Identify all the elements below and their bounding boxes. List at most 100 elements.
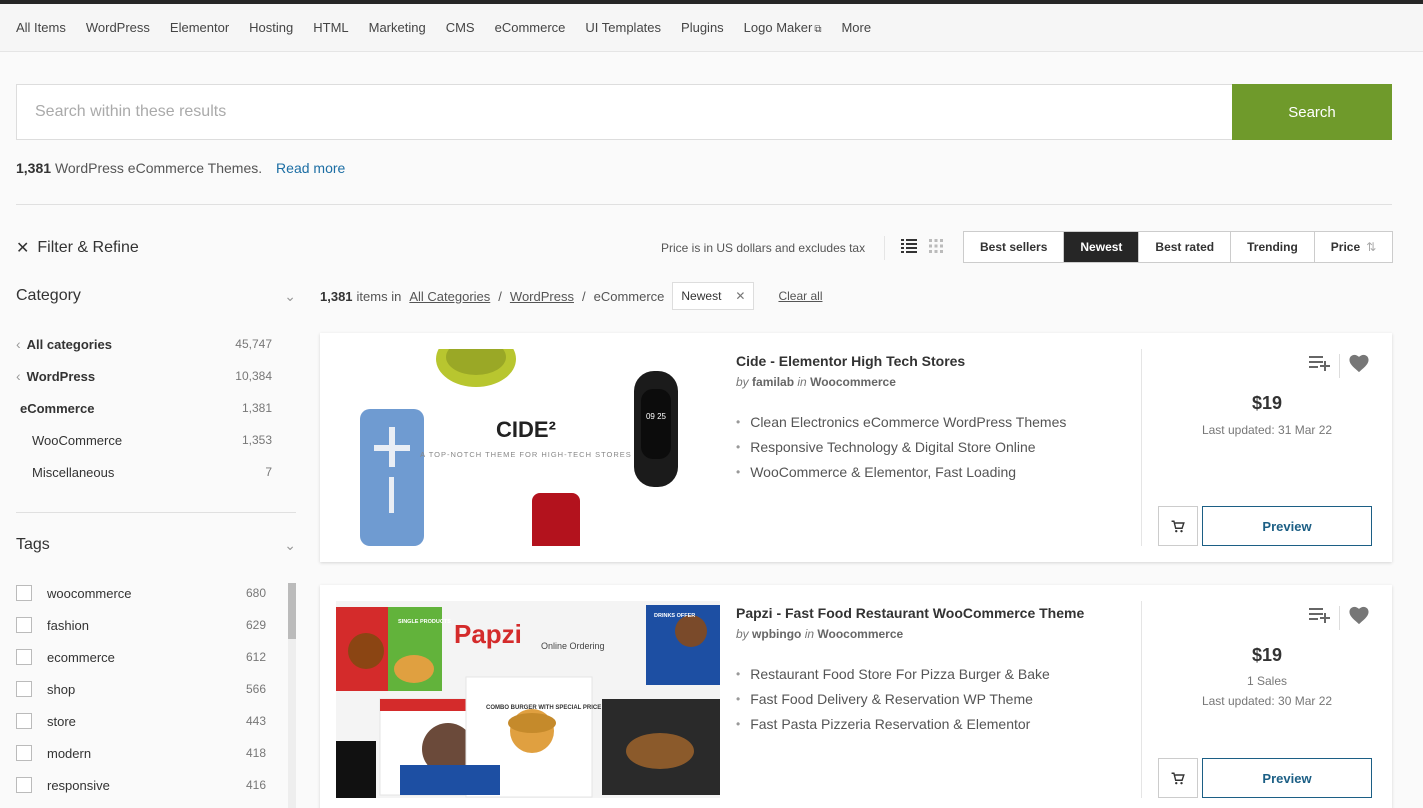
tag-label: woocommerce xyxy=(47,585,132,601)
tag-checkbox[interactable] xyxy=(16,649,32,665)
tag-checkbox[interactable] xyxy=(16,745,32,761)
add-to-cart-button[interactable] xyxy=(1158,506,1198,546)
feature-item: Fast Food Delivery & Reservation WP Them… xyxy=(736,686,1136,711)
thumb-drinks-offer: DRINKS OFFER xyxy=(654,613,695,619)
feature-list: Restaurant Food Store For Pizza Burger &… xyxy=(736,661,1136,736)
product-thumbnail[interactable]: 09 25 CIDE² A TOP-NOTCH THEME FOR HIGH-T… xyxy=(336,349,720,546)
sort-best-rated[interactable]: Best rated xyxy=(1139,232,1232,262)
breadcrumb: 1,381 items in All Categories / WordPres… xyxy=(320,282,822,310)
search-input[interactable] xyxy=(16,84,1232,140)
feature-item: Responsive Technology & Digital Store On… xyxy=(736,434,1136,459)
sales-count: 1 Sales xyxy=(1246,674,1288,688)
chip-label: Newest xyxy=(681,289,722,303)
nav-hosting[interactable]: Hosting xyxy=(249,20,293,35)
nav-more[interactable]: More xyxy=(841,20,871,35)
product-title[interactable]: Papzi - Fast Food Restaurant WooCommerce… xyxy=(736,605,1136,621)
tag-checkbox[interactable] xyxy=(16,617,32,633)
breadcrumb-all-categories[interactable]: All Categories xyxy=(409,289,490,304)
tag-checkbox[interactable] xyxy=(16,713,32,729)
product-author[interactable]: familab xyxy=(752,375,794,389)
tag-list-scrollbar[interactable] xyxy=(288,583,296,808)
nav-ui-templates[interactable]: UI Templates xyxy=(585,20,661,35)
add-to-cart-button[interactable] xyxy=(1158,758,1198,798)
grid-view-icon[interactable] xyxy=(929,238,943,258)
category-count: 10,384 xyxy=(235,369,272,383)
breadcrumb-separator: / xyxy=(581,288,586,304)
scrollbar-thumb[interactable] xyxy=(288,583,296,639)
result-text: WordPress eCommerce Themes. xyxy=(54,160,263,176)
product-icon-row xyxy=(1309,353,1370,378)
tag-label: store xyxy=(47,713,76,729)
tag-checkbox[interactable] xyxy=(16,777,32,793)
tag-item-modern[interactable]: modern 418 xyxy=(16,737,266,769)
category-item-wordpress[interactable]: ‹ WordPress 10,384 xyxy=(16,360,298,392)
nav-cms[interactable]: CMS xyxy=(446,20,475,35)
feature-item: Restaurant Food Store For Pizza Burger &… xyxy=(736,661,1136,686)
nav-wordpress[interactable]: WordPress xyxy=(86,20,150,35)
category-header[interactable]: Category ⌄ xyxy=(16,284,298,308)
search-button[interactable]: Search xyxy=(1232,84,1392,140)
category-count: 1,381 xyxy=(241,401,272,415)
tag-checkbox[interactable] xyxy=(16,681,32,697)
category-item-miscellaneous[interactable]: Miscellaneous 7 xyxy=(16,456,298,488)
product-thumbnail[interactable]: SINGLE PRODUCTS Papzi Online Ordering DR… xyxy=(336,601,720,798)
favorite-heart-icon[interactable] xyxy=(1348,605,1370,630)
sort-price[interactable]: Price ⇅ xyxy=(1314,232,1393,262)
sort-newest[interactable]: Newest xyxy=(1064,232,1140,262)
tag-label: shop xyxy=(47,681,76,697)
feature-item: Fast Pasta Pizzeria Reservation & Elemen… xyxy=(736,711,1136,736)
category-label: eCommerce xyxy=(20,400,95,416)
category-item-ecommerce[interactable]: eCommerce 1,381 xyxy=(16,392,298,424)
sort-best-sellers[interactable]: Best sellers xyxy=(964,232,1065,262)
product-category[interactable]: Woocommerce xyxy=(810,375,896,389)
product-title[interactable]: Cide - Elementor High Tech Stores xyxy=(736,353,1136,369)
preview-button[interactable]: Preview xyxy=(1202,506,1372,546)
add-to-collection-icon[interactable] xyxy=(1309,355,1331,376)
tag-item-responsive[interactable]: responsive 416 xyxy=(16,769,266,801)
breadcrumb-count: 1,381 xyxy=(320,288,353,304)
feature-item: Clean Electronics eCommerce WordPress Th… xyxy=(736,409,1136,434)
thumb-title: CIDE² xyxy=(496,417,556,442)
category-list: ‹ All categories 45,747 ‹ WordPress 10,384… xyxy=(16,328,298,488)
nav-html[interactable]: HTML xyxy=(313,20,348,35)
category-heading: Category xyxy=(16,287,81,304)
thumb-single-products: SINGLE PRODUCTS xyxy=(398,619,451,625)
nav-plugins[interactable]: Plugins xyxy=(681,20,724,35)
tag-count: 566 xyxy=(245,682,266,696)
tag-item-shop[interactable]: shop 566 xyxy=(16,673,266,705)
category-item-woocommerce[interactable]: WooCommerce 1,353 xyxy=(16,424,298,456)
tag-label: ecommerce xyxy=(47,649,115,665)
sort-arrows-icon: ⇅ xyxy=(1366,240,1377,254)
tag-checkbox[interactable] xyxy=(16,585,32,601)
last-updated: Last updated: 30 Mar 22 xyxy=(1201,694,1333,708)
thumb-clock: 09 25 xyxy=(646,412,667,421)
favorite-heart-icon[interactable] xyxy=(1348,353,1370,378)
preview-button[interactable]: Preview xyxy=(1202,758,1372,798)
nav-all-items[interactable]: All Items xyxy=(16,20,66,35)
nav-elementor[interactable]: Elementor xyxy=(170,20,229,35)
product-category[interactable]: Woocommerce xyxy=(817,627,903,641)
tags-header[interactable]: Tags ⌄ xyxy=(16,533,298,557)
filter-refine-toggle[interactable]: ✕ Filter & Refine xyxy=(16,238,139,258)
sort-trending[interactable]: Trending xyxy=(1231,232,1315,262)
list-view-icon[interactable] xyxy=(901,238,917,258)
category-label: Miscellaneous xyxy=(32,464,115,480)
add-to-collection-icon[interactable] xyxy=(1309,607,1331,628)
tag-item-ecommerce[interactable]: ecommerce 612 xyxy=(16,641,266,673)
tag-item-fashion[interactable]: fashion 629 xyxy=(16,609,266,641)
nav-marketing[interactable]: Marketing xyxy=(369,20,426,35)
category-count: 45,747 xyxy=(235,337,272,351)
clear-all-link[interactable]: Clear all xyxy=(778,289,822,303)
read-more-link[interactable]: Read more xyxy=(276,160,345,176)
icon-separator xyxy=(1339,605,1340,630)
nav-logo-maker[interactable]: Logo Maker ⧉ xyxy=(744,20,822,35)
icon-separator xyxy=(1339,353,1340,378)
tag-item-store[interactable]: store 443 xyxy=(16,705,266,737)
remove-filter-icon[interactable]: ✕ xyxy=(735,289,745,303)
tag-item-woocommerce[interactable]: woocommerce 680 xyxy=(16,577,266,609)
category-item-all[interactable]: ‹ All categories 45,747 xyxy=(16,328,298,360)
breadcrumb-wordpress[interactable]: WordPress xyxy=(510,289,574,304)
search-bar: Search xyxy=(16,84,1392,140)
product-author[interactable]: wpbingo xyxy=(752,627,801,641)
nav-ecommerce[interactable]: eCommerce xyxy=(495,20,566,35)
